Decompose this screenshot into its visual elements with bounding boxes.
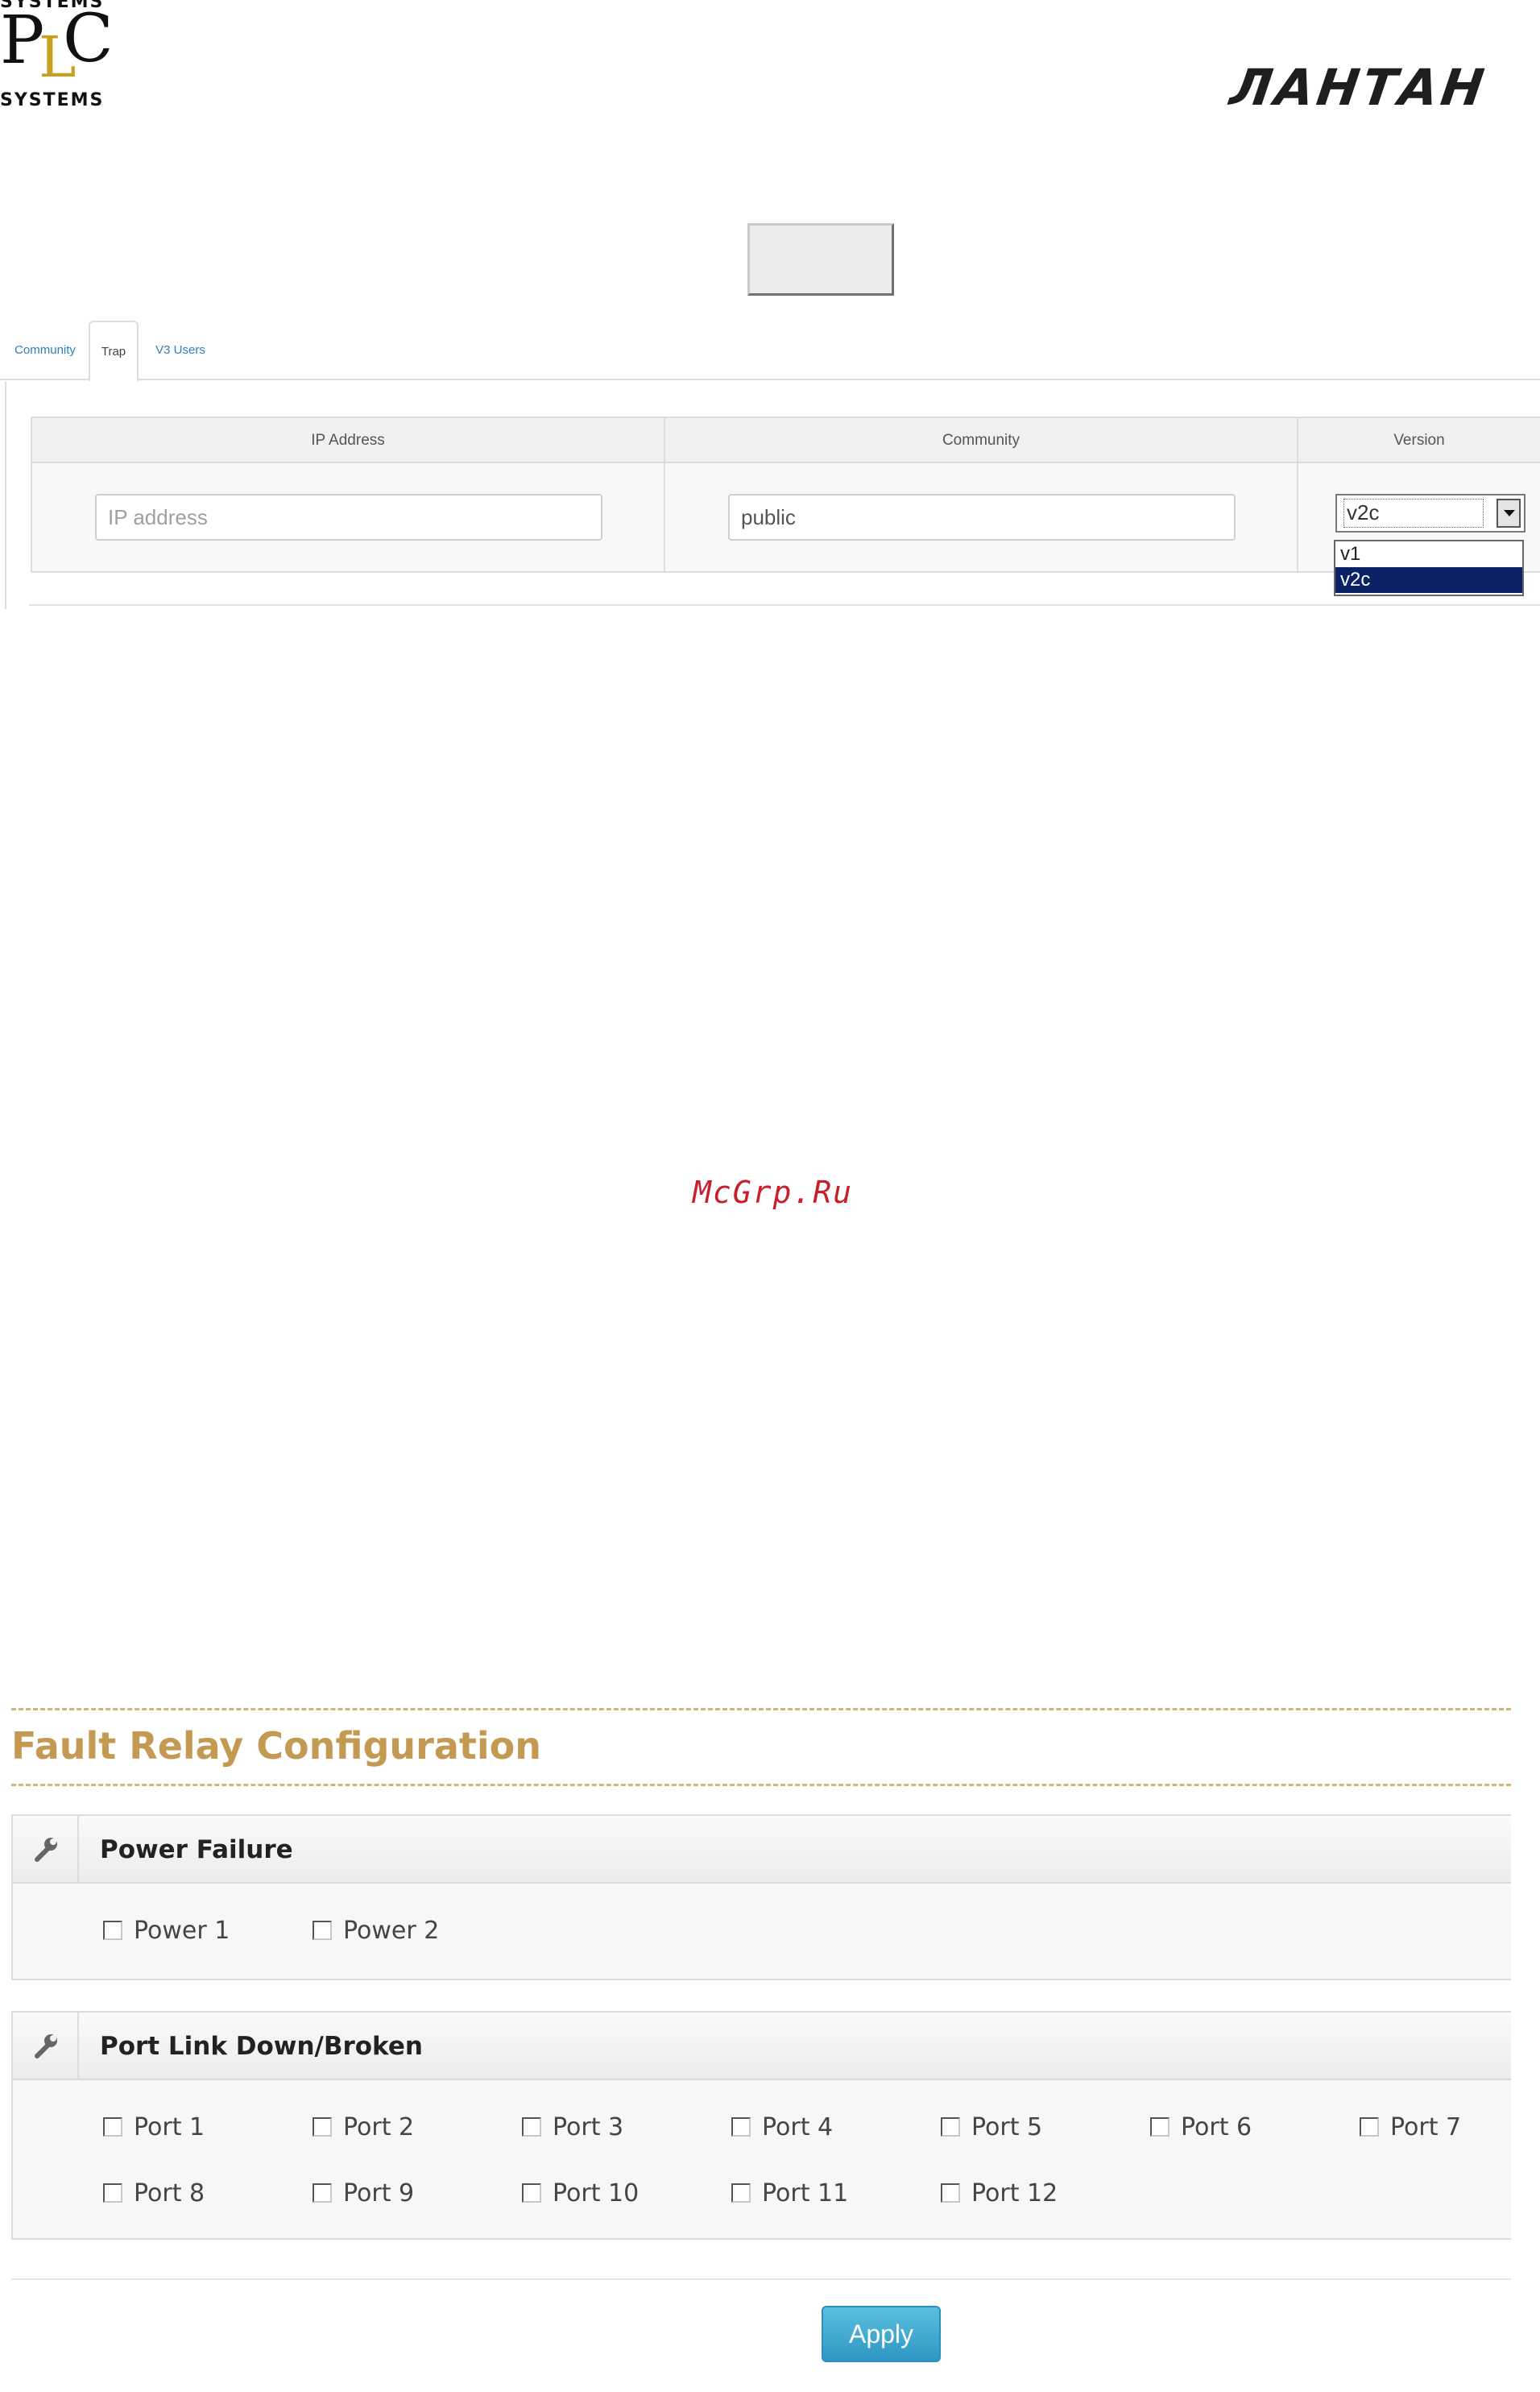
chevron-down-icon[interactable] bbox=[1497, 499, 1521, 528]
power-failure-panel: Power Failure Power 1 Power 2 bbox=[11, 1814, 1511, 1980]
checkbox-box[interactable] bbox=[1150, 2117, 1169, 2137]
version-select[interactable]: v2c bbox=[1335, 494, 1526, 533]
checkbox-label: Port 2 bbox=[343, 2112, 415, 2141]
checkbox-label: Power 2 bbox=[343, 1916, 440, 1945]
section-divider-bottom bbox=[11, 1784, 1511, 1786]
checkbox-box[interactable] bbox=[313, 2183, 332, 2203]
tab-v3-users[interactable]: V3 Users bbox=[148, 321, 213, 380]
logo-letter-p: P bbox=[0, 2, 45, 79]
port-12-checkbox[interactable]: Port 12 bbox=[941, 2177, 1058, 2209]
wrench-icon bbox=[35, 2034, 57, 2058]
port-6-checkbox[interactable]: Port 6 bbox=[1150, 2111, 1252, 2143]
checkbox-box[interactable] bbox=[1360, 2117, 1379, 2137]
ip-address-input[interactable] bbox=[95, 494, 602, 541]
checkbox-box[interactable] bbox=[731, 2117, 751, 2137]
port-7-checkbox[interactable]: Port 7 bbox=[1360, 2111, 1461, 2143]
version-option-v1[interactable]: v1 bbox=[1335, 541, 1522, 567]
checkbox-box[interactable] bbox=[941, 2183, 960, 2203]
checkbox-box[interactable] bbox=[522, 2117, 541, 2137]
checkbox-box[interactable] bbox=[731, 2183, 751, 2203]
checkbox-label: Port 5 bbox=[971, 2112, 1043, 2141]
logo-letter-c: C bbox=[63, 1, 114, 77]
checkbox-box[interactable] bbox=[313, 1921, 332, 1940]
port-link-title: Port Link Down/Broken bbox=[100, 2032, 423, 2061]
port-11-checkbox[interactable]: Port 11 bbox=[731, 2177, 848, 2209]
port-link-icon-cell bbox=[13, 2013, 79, 2079]
checkbox-label: Port 3 bbox=[553, 2112, 624, 2141]
port-9-checkbox[interactable]: Port 9 bbox=[313, 2177, 414, 2209]
port-link-panel: Port Link Down/Broken Port 1 Port 2 Port… bbox=[11, 2011, 1511, 2240]
apply-button[interactable]: Apply bbox=[822, 2306, 941, 2362]
form-divider bbox=[11, 2278, 1511, 2280]
tab-trap[interactable]: Trap bbox=[89, 321, 139, 382]
plc-systems-logo: SYSTEMS P L C SYSTEMS bbox=[0, 0, 114, 113]
fault-relay-title: Fault Relay Configuration bbox=[11, 1724, 542, 1768]
version-selected-value: v2c bbox=[1347, 500, 1380, 524]
checkbox-label: Port 8 bbox=[134, 2179, 205, 2208]
checkbox-label: Port 7 bbox=[1390, 2112, 1462, 2141]
tab-pane-border bbox=[5, 382, 6, 609]
lantan-logo: ЛАНТАН bbox=[1226, 58, 1491, 117]
header-community: Community bbox=[665, 418, 1297, 463]
tab-pane-divider bbox=[29, 604, 1540, 606]
column-divider bbox=[1297, 418, 1298, 573]
wrench-icon bbox=[35, 1838, 57, 1862]
port-2-checkbox[interactable]: Port 2 bbox=[313, 2111, 414, 2143]
trap-table: IP Address Community Version v2c bbox=[31, 417, 1540, 573]
power-2-checkbox[interactable]: Power 2 bbox=[313, 1914, 439, 1946]
port-10-checkbox[interactable]: Port 10 bbox=[522, 2177, 639, 2209]
port-1-checkbox[interactable]: Port 1 bbox=[103, 2111, 205, 2143]
blank-button[interactable] bbox=[747, 223, 894, 296]
port-8-checkbox[interactable]: Port 8 bbox=[103, 2177, 205, 2209]
header-ip-address: IP Address bbox=[32, 418, 664, 463]
checkbox-label: Port 1 bbox=[134, 2112, 205, 2141]
checkbox-box[interactable] bbox=[103, 1921, 122, 1940]
checkbox-label: Port 6 bbox=[1181, 2112, 1252, 2141]
port-3-checkbox[interactable]: Port 3 bbox=[522, 2111, 623, 2143]
port-5-checkbox[interactable]: Port 5 bbox=[941, 2111, 1042, 2143]
column-divider bbox=[664, 418, 665, 573]
checkbox-label: Power 1 bbox=[134, 1916, 230, 1945]
checkbox-label: Port 11 bbox=[762, 2179, 849, 2208]
logo-systems-bottom-text: SYSTEMS bbox=[0, 90, 105, 110]
checkbox-box[interactable] bbox=[522, 2183, 541, 2203]
watermark: McGrp.Ru bbox=[693, 1175, 854, 1210]
checkbox-label: Port 10 bbox=[553, 2179, 640, 2208]
checkbox-label: Port 4 bbox=[762, 2112, 834, 2141]
version-dropdown-list: v1 v2c bbox=[1334, 540, 1524, 596]
checkbox-label: Port 9 bbox=[343, 2179, 415, 2208]
power-failure-header: Power Failure bbox=[13, 1816, 1511, 1884]
power-failure-title: Power Failure bbox=[100, 1835, 293, 1864]
checkbox-box[interactable] bbox=[313, 2117, 332, 2137]
power-failure-icon-cell bbox=[13, 1816, 79, 1882]
port-4-checkbox[interactable]: Port 4 bbox=[731, 2111, 833, 2143]
header-version: Version bbox=[1298, 418, 1540, 463]
checkbox-box[interactable] bbox=[941, 2117, 960, 2137]
port-link-header: Port Link Down/Broken bbox=[13, 2013, 1511, 2080]
tab-community[interactable]: Community bbox=[8, 321, 82, 380]
checkbox-label: Port 12 bbox=[971, 2179, 1058, 2208]
community-input[interactable] bbox=[728, 494, 1236, 541]
snmp-tabs: Community Trap V3 Users bbox=[0, 321, 1540, 382]
section-divider-top bbox=[11, 1708, 1511, 1710]
checkbox-box[interactable] bbox=[103, 2183, 122, 2203]
version-option-v2c[interactable]: v2c bbox=[1335, 567, 1522, 593]
checkbox-box[interactable] bbox=[103, 2117, 122, 2137]
power-1-checkbox[interactable]: Power 1 bbox=[103, 1914, 230, 1946]
